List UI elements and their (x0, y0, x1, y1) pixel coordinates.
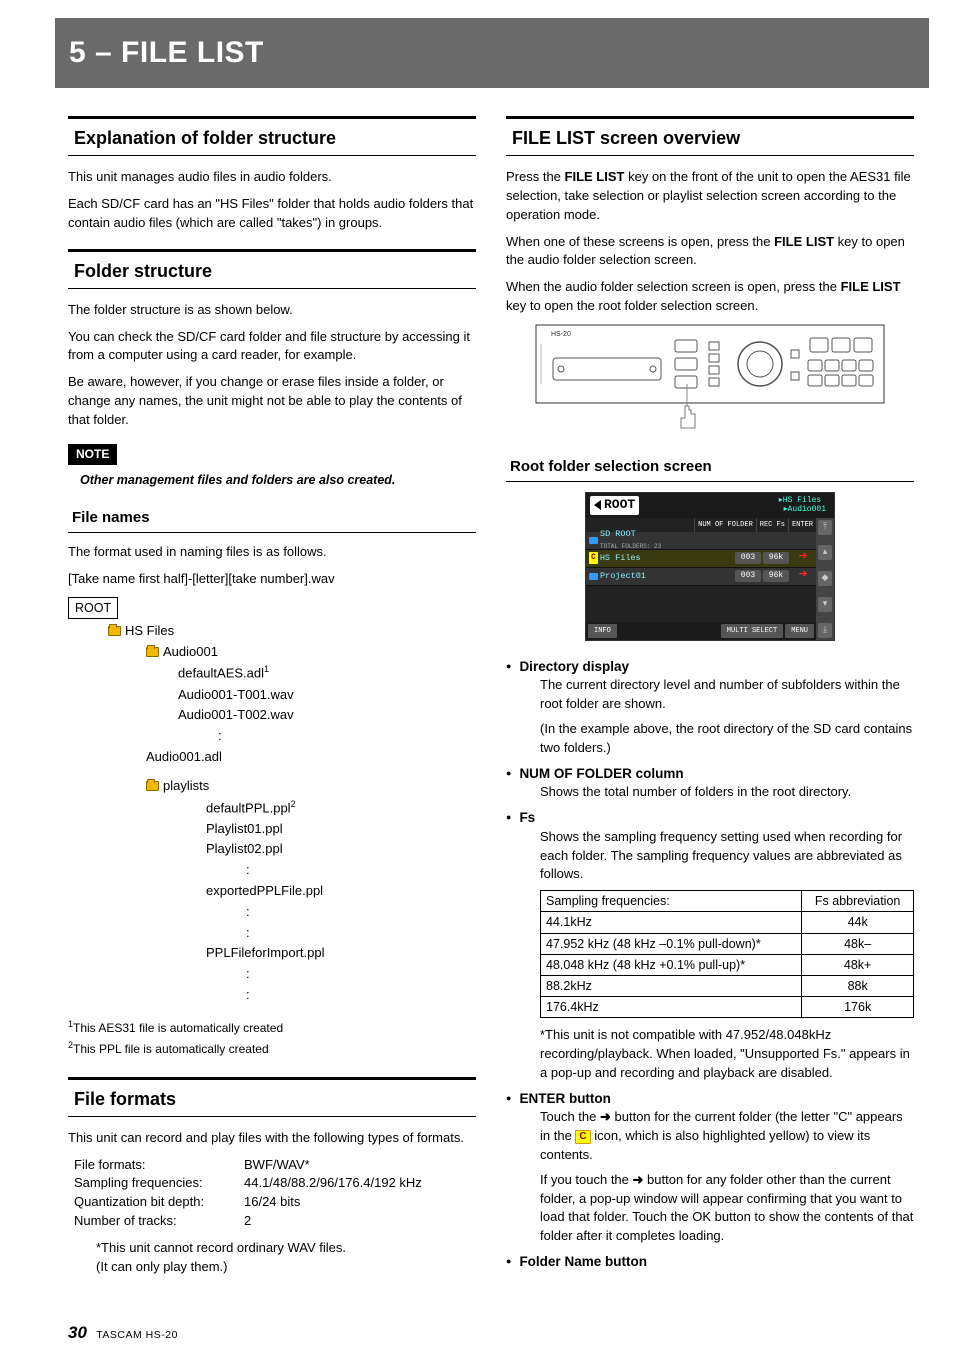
para: Press the FILE LIST key on the front of … (506, 168, 914, 225)
bullet-num-of-folder: NUM OF FOLDER column (506, 764, 914, 784)
tree-dots: : (74, 985, 476, 1006)
chapter-title: 5 – FILE LIST (69, 31, 264, 75)
spec-row: File formats:BWF/WAV* (68, 1156, 476, 1175)
wav-note: *This unit cannot record ordinary WAV fi… (68, 1239, 476, 1258)
para: This unit manages audio files in audio f… (68, 168, 476, 187)
page-number: 30 (68, 1323, 87, 1342)
tree-dots: : (74, 726, 476, 747)
para: This unit can record and play files with… (68, 1129, 476, 1148)
tree-node: HS Files (125, 623, 174, 638)
left-column: Explanation of folder structure This uni… (68, 116, 476, 1277)
tree-leaf: defaultPPL.ppl (206, 800, 291, 815)
bullet-body: Shows the total number of folders in the… (506, 783, 914, 802)
spec-row: Quantization bit depth:16/24 bits (68, 1193, 476, 1212)
tree-dots: : (74, 860, 476, 881)
tree-dots: : (74, 902, 476, 923)
c-icon: C (575, 1130, 590, 1144)
device-figure: HS-20 (535, 324, 885, 434)
tree-dots: : (74, 964, 476, 985)
para: Be aware, however, if you change or eras… (68, 373, 476, 430)
footnote: 1This AES31 file is automatically create… (68, 1018, 476, 1037)
note-text: Other management files and folders are a… (68, 471, 476, 489)
wav-note: (It can only play them.) (68, 1258, 476, 1277)
tree-leaf: Playlist01.ppl (74, 819, 476, 840)
bullet-body: The current directory level and number o… (506, 676, 914, 714)
fs-note: *This unit is not compatible with 47.952… (506, 1026, 914, 1083)
para: [Take name first half]-[letter][take num… (68, 570, 476, 589)
sub-root-selection: Root folder selection screen (506, 452, 914, 482)
folder-icon (146, 647, 159, 657)
bullet-body: Touch the ➜ button for the current folde… (506, 1108, 914, 1165)
section-folder-structure-title: Folder structure (68, 249, 476, 289)
para: Each SD/CF card has an "HS Files" folder… (68, 195, 476, 233)
tree-node: Audio001 (163, 644, 218, 659)
spec-row: Number of tracks:2 (68, 1212, 476, 1231)
tree-dots: : (74, 923, 476, 944)
para: When the audio folder selection screen i… (506, 278, 914, 316)
chapter-header: 5 – FILE LIST (55, 18, 929, 88)
note-label: NOTE (68, 444, 117, 465)
tree-leaf: Playlist02.ppl (74, 839, 476, 860)
bullet-body: (In the example above, the root director… (506, 720, 914, 758)
sub-file-names: File names (68, 503, 476, 533)
para: The format used in naming files is as fo… (68, 543, 476, 562)
model-name: TASCAM HS-20 (96, 1329, 178, 1341)
footnote: 2This PPL file is automatically created (68, 1039, 476, 1058)
tree-leaf: defaultAES.adl (178, 666, 264, 681)
tree-leaf: Audio001-T001.wav (74, 685, 476, 706)
bullet-folder-name-button: Folder Name button (506, 1252, 914, 1272)
section-file-formats-title: File formats (68, 1077, 476, 1117)
fs-table: Sampling frequencies:Fs abbreviation 44.… (540, 890, 914, 1018)
folder-tree: HS Files Audio001 defaultAES.adl1 Audio0… (68, 621, 476, 1006)
tree-root-box: ROOT (68, 597, 118, 619)
fs-table-wrap: Sampling frequencies:Fs abbreviation 44.… (506, 890, 914, 1018)
bullet-directory-display: Directory display (506, 657, 914, 677)
bullet-enter-button: ENTER button (506, 1089, 914, 1109)
tree-leaf: Audio001.adl (74, 747, 476, 768)
content-columns: Explanation of folder structure This uni… (0, 88, 954, 1277)
bullet-body: Shows the sampling frequency setting use… (506, 828, 914, 885)
spec-row: Sampling frequencies:44.1/48/88.2/96/176… (68, 1174, 476, 1193)
para: You can check the SD/CF card folder and … (68, 328, 476, 366)
tree-leaf: PPLFileforImport.ppl (74, 943, 476, 964)
bullet-body: If you touch the ➜ button for any folder… (506, 1171, 914, 1246)
root-screen-figure: ROOT ▸HS Files ▸Audio001 NUM OF FOLDERRE… (585, 492, 835, 641)
para: When one of these screens is open, press… (506, 233, 914, 271)
page-footer: 30 TASCAM HS-20 (68, 1321, 178, 1346)
tree-leaf: Audio001-T002.wav (74, 705, 476, 726)
right-column: FILE LIST screen overview Press the FILE… (506, 116, 914, 1277)
tree-node: playlists (163, 778, 209, 793)
folder-icon (146, 781, 159, 791)
section-explanation-title: Explanation of folder structure (68, 116, 476, 156)
folder-icon (108, 626, 121, 636)
tree-leaf: exportedPPLFile.ppl (74, 881, 476, 902)
para: The folder structure is as shown below. (68, 301, 476, 320)
bullet-fs: Fs (506, 808, 914, 828)
svg-text:HS-20: HS-20 (551, 331, 571, 338)
section-overview-title: FILE LIST screen overview (506, 116, 914, 156)
